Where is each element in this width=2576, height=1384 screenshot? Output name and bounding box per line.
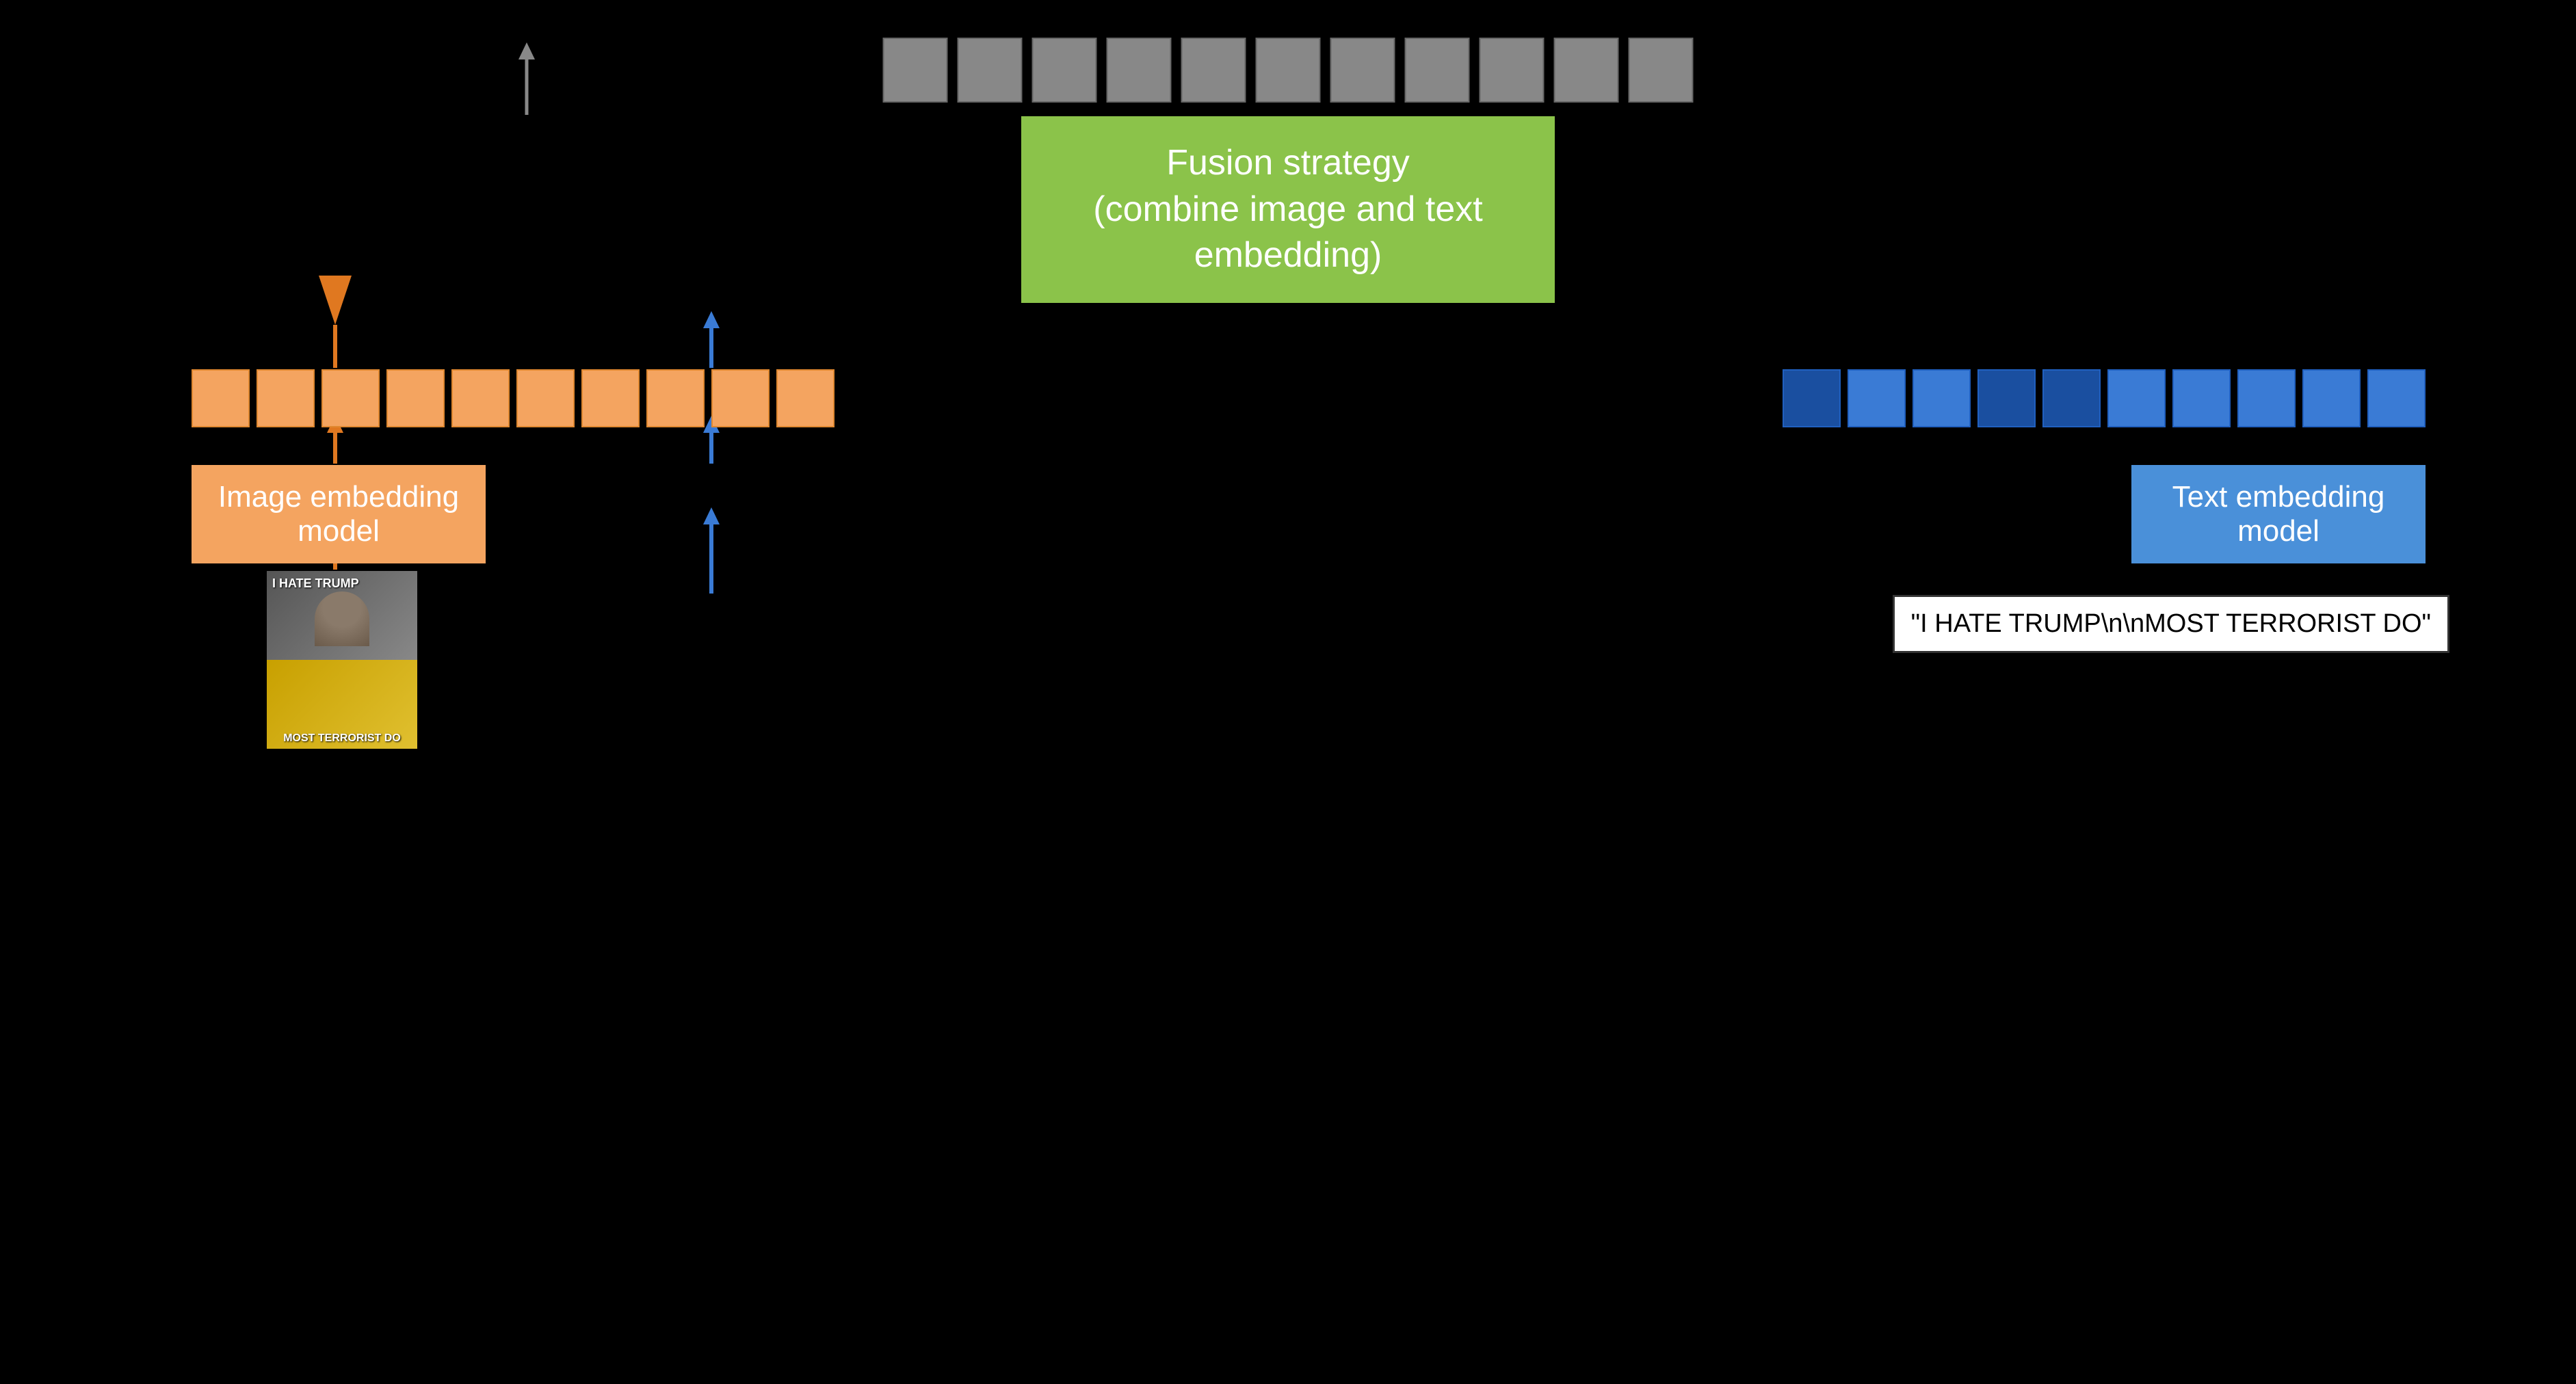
meme-top-text: I HATE TRUMP [272,576,359,591]
txt-block-7 [2172,369,2231,427]
text-caption-box: "I HATE TRUMP\n\nMOST TERRORIST DO" [1893,595,2449,653]
gray-block-3 [1032,38,1097,103]
img-block-8 [646,369,705,427]
txt-block-6 [2107,369,2166,427]
txt-block-2 [1848,369,1906,427]
meme-bottom-half: MOST TERRORIST DO [267,660,417,749]
txt-block-9 [2302,369,2361,427]
caption-txtmodel-arrowhead [703,507,720,524]
meme-bottom-text: MOST TERRORIST DO [283,732,401,745]
gray-block-1 [883,38,948,103]
txt-fusion-arrowhead [703,311,720,328]
text-embedding-model-box: Text embedding model [2131,465,2426,563]
meme-top-half: I HATE TRUMP [267,571,417,660]
text-model-label: Text embedding model [2172,480,2385,548]
fusion-title-line1: Fusion strategy [1035,140,1541,187]
top-gray-blocks [883,38,1694,103]
img-block-5 [451,369,510,427]
gray-block-8 [1405,38,1470,103]
fusion-strategy-box: Fusion strategy (combine image and text … [1021,116,1555,303]
fusion-topblocks-arrowhead [518,42,535,59]
gray-block-6 [1256,38,1321,103]
txt-block-3 [1913,369,1971,427]
image-model-label: Image embedding model [218,480,459,548]
text-embedding-blocks [1783,369,2426,427]
txt-block-4 [1977,369,2036,427]
gray-block-5 [1181,38,1246,103]
txt-block-5 [2042,369,2101,427]
text-caption-content: "I HATE TRUMP\n\nMOST TERRORIST DO" [1911,609,2431,638]
img-block-3 [321,369,380,427]
img-block-6 [516,369,575,427]
img-block-2 [257,369,315,427]
txt-block-1 [1783,369,1841,427]
txt-block-8 [2237,369,2296,427]
meme-image: I HATE TRUMP MOST TERRORIST DO [267,571,417,749]
img-block-10 [776,369,834,427]
img-block-1 [192,369,250,427]
img-block-9 [711,369,770,427]
img-block-7 [581,369,640,427]
image-embedding-blocks [192,369,834,427]
gray-block-9 [1480,38,1545,103]
image-embedding-model-box: Image embedding model [192,465,486,563]
img-block-4 [386,369,445,427]
txt-block-10 [2367,369,2426,427]
gray-block-4 [1107,38,1172,103]
gray-block-2 [958,38,1023,103]
person-figure [315,591,369,646]
diagram-container: Fusion strategy (combine image and text … [0,0,2576,1384]
gray-block-11 [1629,38,1694,103]
gray-block-10 [1554,38,1619,103]
gray-block-7 [1330,38,1395,103]
fusion-title-line2: (combine image and text embedding) [1035,187,1541,279]
